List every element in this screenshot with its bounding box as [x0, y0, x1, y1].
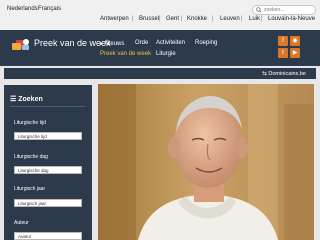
preacher-portrait-image — [98, 84, 314, 240]
filter-label-auteur: Auteur — [14, 220, 29, 226]
search-sidebar — [4, 85, 92, 240]
city-link-louvain-la-neuve[interactable]: Louvain-la-Neuve — [268, 16, 315, 22]
nav-item-liturgie[interactable]: Liturgie — [156, 51, 176, 57]
nav-item-activiteiten[interactable]: Activiteiten — [156, 40, 185, 46]
site-header — [0, 30, 320, 66]
filter-label-liturgisch-jaar: Liturgisch jaar — [14, 186, 46, 192]
city-link-luik[interactable]: Luik — [249, 16, 260, 22]
city-link-leuven[interactable]: Leuven — [220, 16, 240, 22]
nav-item-nieuws[interactable]: ▸ Nieuws — [100, 40, 124, 47]
twitter-icon[interactable]: t — [278, 48, 288, 58]
nav-item-preek-van-de-week[interactable]: Preek van de week — [100, 51, 151, 57]
filter-select-liturgische-dag[interactable]: Liturgische dag — [14, 166, 82, 174]
nav-item-roeping[interactable]: Roeping — [195, 40, 217, 46]
facebook-icon[interactable]: f — [278, 36, 288, 46]
city-link-knokke[interactable]: Knokke — [187, 16, 207, 22]
city-separator: | — [181, 16, 183, 22]
filter-select-liturgische-tijd[interactable]: Liturgische tijd — [14, 132, 82, 140]
language-link-fr[interactable]: Français — [38, 6, 61, 12]
city-link-gent[interactable]: Gent — [166, 16, 179, 22]
city-separator: | — [212, 16, 214, 22]
filter-select-liturgisch-jaar[interactable]: Liturgisch jaar — [14, 199, 82, 207]
dominicains-link-label: Dominicains.be — [268, 71, 306, 77]
filter-label-liturgische-tijd: Liturgische tijd — [14, 120, 46, 126]
youtube-icon[interactable]: ▶ — [290, 48, 300, 58]
logo-icon[interactable] — [10, 37, 32, 52]
partner-strip: ⇆ Dominicains.be — [4, 68, 316, 79]
search-input[interactable]: zoeken... — [252, 5, 316, 15]
city-separator: | — [241, 16, 243, 22]
dominicains-link[interactable]: ⇆ Dominicains.be — [262, 71, 306, 77]
language-link-nl[interactable]: Nederlands — [7, 6, 38, 12]
city-separator: | — [159, 16, 161, 22]
preacher-photo — [98, 84, 314, 240]
search-icon — [256, 7, 262, 13]
search-placeholder: zoeken... — [264, 7, 285, 13]
sidebar-divider — [10, 106, 85, 107]
nav-item-nieuws-label: Nieuws — [104, 41, 125, 47]
filter-label-liturgische-dag: Liturgische dag — [14, 154, 48, 160]
nav-item-orde[interactable]: Orde — [135, 40, 148, 46]
city-separator: | — [261, 16, 263, 22]
sidebar-title: ☰ Zoeken — [10, 96, 43, 103]
city-link-antwerpen[interactable]: Antwerpen — [100, 16, 129, 22]
city-separator: | — [132, 16, 134, 22]
city-link-brussel[interactable]: Brussel — [139, 16, 159, 22]
city-nav: Antwerpen | Brussel | Gent | Knokke | Le… — [97, 16, 320, 26]
sidebar-title-text: Zoeken — [18, 96, 43, 103]
rss-icon[interactable]: ◉ — [290, 36, 300, 46]
filter-input-auteur[interactable]: Auteur — [14, 232, 82, 240]
